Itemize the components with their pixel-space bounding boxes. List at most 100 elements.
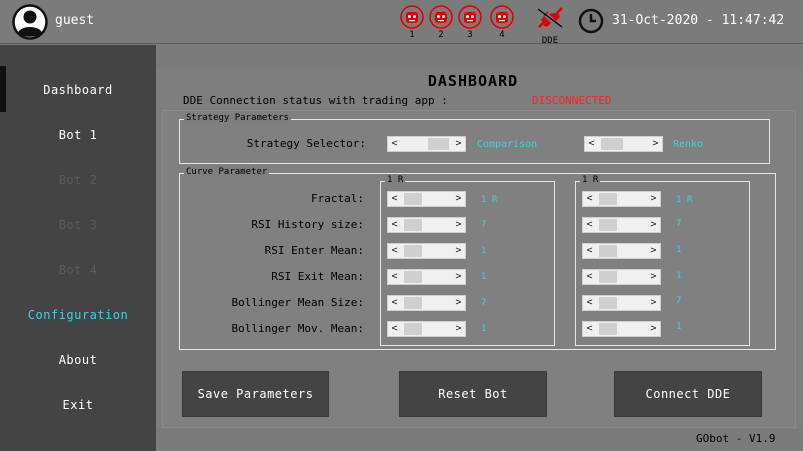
sidebar [0, 45, 156, 451]
rsi-enter-mean-right-slider[interactable]: < > [582, 243, 661, 259]
robot-icon [458, 5, 482, 29]
robot-icon [429, 5, 453, 29]
chevron-left-icon[interactable]: < [583, 322, 596, 336]
bot-status-1: 1 [398, 5, 426, 40]
slider-thumb[interactable] [404, 297, 422, 309]
chevron-left-icon[interactable]: < [583, 296, 596, 310]
bollinger-mov-mean-right-value: 1 [676, 322, 682, 332]
bot-status-3: 3 [456, 5, 484, 40]
chevron-left-icon[interactable]: < [583, 218, 596, 232]
group-title: Strategy Parameters [184, 113, 291, 123]
bollinger-mean-size-left-slider[interactable]: < > [387, 295, 466, 311]
chevron-left-icon[interactable]: < [585, 137, 598, 151]
robot-icon [400, 5, 424, 29]
sidebar-item-bot-3[interactable]: Bot 3 [0, 218, 156, 232]
chevron-right-icon[interactable]: > [452, 270, 465, 284]
bollinger-mov-mean-left-slider[interactable]: < > [387, 321, 466, 337]
fractal-left-slider[interactable]: < > [387, 191, 466, 207]
sidebar-item-bot-1[interactable]: Bot 1 [0, 128, 156, 142]
chevron-left-icon[interactable]: < [388, 192, 401, 206]
slider-thumb[interactable] [404, 271, 422, 283]
connection-status-label: DDE Connection status with trading app : [183, 94, 448, 107]
rsi-exit-mean-right-slider[interactable]: < > [582, 269, 661, 285]
rsi-exit-mean-left-value: 1 [481, 272, 487, 282]
fractal-label: Fractal: [311, 192, 364, 205]
slider-thumb[interactable] [599, 193, 617, 205]
rsi-history-size-right-slider[interactable]: < > [582, 217, 661, 233]
reset-bot-button[interactable]: Reset Bot [399, 371, 547, 417]
bot-status-4: 4 [488, 5, 516, 40]
slider-thumb[interactable] [404, 323, 422, 335]
fractal-right-slider[interactable]: < > [582, 191, 661, 207]
chevron-right-icon[interactable]: > [452, 137, 465, 151]
chevron-right-icon[interactable]: > [452, 296, 465, 310]
dde-status-label: DDE [541, 36, 559, 46]
bollinger-mean-size-right-value: 7 [676, 296, 682, 306]
slider-thumb[interactable] [404, 245, 422, 257]
sidebar-item-about[interactable]: About [0, 353, 156, 367]
sidebar-item-exit[interactable]: Exit [0, 398, 156, 412]
rsi-enter-mean-label: RSI Enter Mean: [264, 244, 364, 257]
rsi-history-size-right-value: 7 [676, 219, 682, 229]
strategy-selector-label: Strategy Selector: [246, 137, 366, 150]
chevron-right-icon[interactable]: > [452, 218, 465, 232]
rsi-enter-mean-left-value: 1 [481, 246, 487, 256]
slider-thumb[interactable] [404, 219, 422, 231]
column-title: 1 R [580, 175, 601, 185]
strategy-right-slider[interactable]: < > [584, 136, 663, 152]
sidebar-item-configuration[interactable]: Configuration [0, 308, 156, 322]
chevron-right-icon[interactable]: > [647, 192, 660, 206]
slider-thumb[interactable] [599, 271, 617, 283]
slider-thumb[interactable] [428, 138, 449, 150]
slider-thumb[interactable] [599, 245, 617, 257]
chevron-right-icon[interactable]: > [647, 218, 660, 232]
version-label: GObot - V1.9 [696, 432, 776, 445]
strategy-left-slider[interactable]: < > [387, 136, 466, 152]
user-avatar-icon[interactable] [12, 4, 48, 40]
sidebar-item-bot-2[interactable]: Bot 2 [0, 173, 156, 187]
save-parameters-button[interactable]: Save Parameters [182, 371, 329, 417]
chevron-left-icon[interactable]: < [388, 244, 401, 258]
slider-thumb[interactable] [599, 219, 617, 231]
chevron-left-icon[interactable]: < [583, 192, 596, 206]
rsi-history-size-left-slider[interactable]: < > [387, 217, 466, 233]
username: guest [55, 13, 95, 28]
strategy-left-value: Comparison [477, 139, 538, 150]
strategy-right-value: Renko [673, 139, 704, 150]
rsi-exit-mean-label: RSI Exit Mean: [271, 270, 364, 283]
slider-thumb[interactable] [404, 193, 422, 205]
chevron-right-icon[interactable]: > [647, 270, 660, 284]
rsi-exit-mean-left-slider[interactable]: < > [387, 269, 466, 285]
bollinger-mov-mean-left-value: 1 [481, 324, 487, 334]
slider-thumb[interactable] [599, 297, 617, 309]
chevron-left-icon[interactable]: < [388, 137, 401, 151]
connect-dde-button[interactable]: Connect DDE [614, 371, 762, 417]
chevron-right-icon[interactable]: > [647, 296, 660, 310]
bot-status-label: 4 [499, 30, 505, 40]
rsi-history-size-label: RSI History size: [251, 218, 364, 231]
rsi-exit-mean-right-value: 1 [676, 271, 682, 281]
sidebar-item-bot-4[interactable]: Bot 4 [0, 263, 156, 277]
bot-status-label: 1 [409, 30, 415, 40]
bot-status-label: 2 [438, 30, 444, 40]
dde-status: DDE [534, 5, 566, 46]
rsi-enter-mean-left-slider[interactable]: < > [387, 243, 466, 259]
chevron-left-icon[interactable]: < [583, 270, 596, 284]
bollinger-mean-size-right-slider[interactable]: < > [582, 295, 661, 311]
chevron-right-icon[interactable]: > [452, 192, 465, 206]
chevron-left-icon[interactable]: < [583, 244, 596, 258]
datetime: 31-Oct-2020 - 11:47:42 [612, 13, 785, 28]
slider-thumb[interactable] [599, 323, 617, 335]
slider-thumb[interactable] [601, 138, 623, 150]
chevron-right-icon[interactable]: > [647, 244, 660, 258]
bollinger-mov-mean-right-slider[interactable]: < > [582, 321, 661, 337]
chevron-right-icon[interactable]: > [649, 137, 662, 151]
sidebar-item-dashboard[interactable]: Dashboard [0, 83, 156, 97]
chevron-left-icon[interactable]: < [388, 270, 401, 284]
chevron-right-icon[interactable]: > [647, 322, 660, 336]
chevron-right-icon[interactable]: > [452, 322, 465, 336]
chevron-left-icon[interactable]: < [388, 296, 401, 310]
chevron-right-icon[interactable]: > [452, 244, 465, 258]
chevron-left-icon[interactable]: < [388, 322, 401, 336]
chevron-left-icon[interactable]: < [388, 218, 401, 232]
